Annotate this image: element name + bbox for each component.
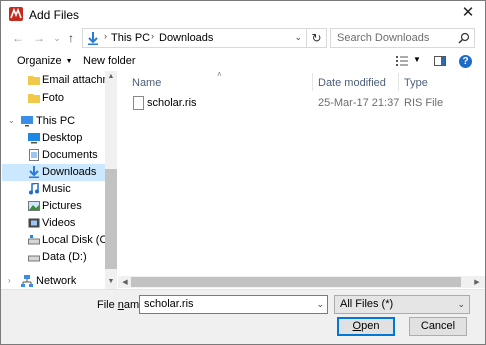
scroll-down-icon[interactable]: ▼ [105, 278, 117, 285]
column-divider[interactable] [312, 73, 313, 91]
preview-pane-icon[interactable] [434, 56, 446, 66]
sidebar-item-label: Network [36, 275, 77, 287]
scroll-right-icon[interactable]: ▶ [471, 278, 483, 286]
drive-icon [28, 255, 40, 262]
filename-value: scholar.ris [144, 298, 194, 310]
file-type-dropdown-icon: ⌄ [457, 299, 465, 309]
sidebar-item-label: Documents [42, 149, 98, 161]
sidebar-item-network[interactable]: › Network [2, 273, 106, 289]
address-history-dropdown-icon[interactable]: ⌄ [294, 32, 302, 43]
downloads-arrow-icon [88, 32, 98, 45]
cancel-button[interactable]: Cancel [409, 317, 467, 336]
folder-icon [28, 94, 40, 103]
sidebar-item-label: Desktop [42, 132, 83, 144]
app-logo-icon [9, 7, 23, 21]
sidebar-item-label: Downloads [42, 166, 97, 178]
sidebar-item-foto[interactable]: Foto [2, 90, 106, 107]
music-icon [29, 183, 39, 195]
breadcrumb-downloads[interactable]: Downloads [159, 32, 213, 44]
command-bar: Organize ▼ New folder ▼ ? [1, 51, 485, 71]
address-bar[interactable]: › This PC › Downloads ⌄ [82, 28, 307, 48]
file-icon [133, 96, 144, 110]
videos-icon [28, 218, 40, 228]
open-label-rest: pen [361, 320, 380, 332]
sidebar-item-label: Pictures [42, 200, 82, 212]
up-arrow-icon[interactable]: ↑ [63, 30, 79, 46]
file-row[interactable]: scholar.ris 25-Mar-17 21:37 RIS File [127, 95, 485, 112]
file-type-value: All Files (*) [340, 298, 394, 310]
file-name: scholar.ris [147, 97, 197, 109]
network-icon [21, 275, 33, 287]
new-folder-button[interactable]: New folder [83, 55, 136, 67]
file-type: RIS File [404, 97, 444, 109]
organize-label: Organize [17, 55, 62, 67]
column-header-date-modified[interactable]: Date modified [318, 77, 386, 89]
title-bar: Add Files ✕ [1, 1, 485, 27]
sidebar-item-email-attachments[interactable]: Email attachmen [2, 72, 106, 89]
search-placeholder: Search Downloads [337, 32, 430, 44]
sidebar-item-music[interactable]: Music [2, 181, 106, 198]
filename-history-dropdown-icon[interactable]: ⌄ [316, 299, 324, 310]
window-title: Add Files [29, 8, 80, 22]
open-button[interactable]: Open [337, 317, 395, 336]
navigation-pane-scroll-thumb[interactable] [105, 169, 117, 269]
sidebar-item-label: Email attachmen [42, 74, 106, 86]
column-header-type[interactable]: Type [404, 77, 428, 89]
file-list-scroll-thumb[interactable] [131, 277, 461, 287]
downloads-icon [29, 166, 39, 178]
sidebar-item-label: Videos [42, 217, 76, 229]
documents-icon [29, 149, 39, 161]
forward-arrow-icon[interactable]: → [31, 30, 47, 46]
sidebar-item-label: Foto [42, 92, 65, 104]
search-input[interactable]: Search Downloads [330, 28, 475, 48]
file-list: ˄ Name Date modified Type scholar.ris 25… [124, 70, 485, 289]
organize-caret-icon: ▼ [65, 58, 73, 65]
sidebar-item-downloads[interactable]: Downloads [2, 164, 106, 181]
column-header-row: ˄ Name Date modified Type [124, 70, 485, 93]
navigation-bar: ← → ⌄ ↑ › This PC › Downloads ⌄ ↻ Search… [1, 27, 485, 49]
navigation-pane: Email attachmen Foto ⌄ This PC Desktop D… [2, 71, 117, 289]
sidebar-item-documents[interactable]: Documents [2, 147, 106, 164]
folder-icon [28, 76, 40, 85]
breadcrumb-separator: › [151, 31, 154, 41]
expand-chevron-icon[interactable]: › [8, 276, 11, 285]
sidebar-item-label: Data (D:) [42, 251, 87, 263]
open-accesskey: O [352, 320, 362, 332]
back-arrow-icon[interactable]: ← [10, 30, 26, 46]
expand-chevron-icon[interactable]: ⌄ [8, 116, 15, 125]
sidebar-item-pictures[interactable]: Pictures [2, 198, 106, 215]
sidebar-item-data-d[interactable]: Data (D:) [2, 249, 106, 266]
pictures-icon [28, 201, 40, 211]
refresh-icon[interactable]: ↻ [307, 28, 327, 48]
breadcrumb-this-pc[interactable]: This PC [111, 32, 150, 44]
sidebar-item-videos[interactable]: Videos [2, 215, 106, 232]
sidebar-item-label: This PC [36, 115, 76, 127]
sidebar-item-label: Music [42, 183, 71, 195]
sidebar-item-this-pc[interactable]: ⌄ This PC [2, 113, 106, 130]
help-icon[interactable]: ? [459, 55, 472, 68]
view-dropdown-icon[interactable]: ▼ [413, 55, 421, 64]
desktop-icon [28, 133, 40, 144]
breadcrumb-separator: › [104, 31, 107, 41]
dialog-footer: File name: scholar.ris ⌄ All Files (*) ⌄… [1, 289, 485, 344]
computer-icon [21, 116, 33, 127]
sidebar-item-desktop[interactable]: Desktop [2, 130, 106, 147]
organize-button[interactable]: Organize ▼ [17, 55, 73, 67]
column-header-name[interactable]: Name [132, 77, 161, 89]
filename-label-prefix: File [97, 299, 118, 311]
file-type-select[interactable]: All Files (*) ⌄ [334, 295, 470, 314]
scroll-up-icon[interactable]: ▲ [105, 73, 117, 80]
sidebar-item-local-disk-c[interactable]: Local Disk (C:) [2, 232, 114, 249]
close-icon[interactable]: ✕ [457, 3, 479, 23]
view-options-icon[interactable] [396, 56, 408, 66]
sidebar-item-label: Local Disk (C:) [42, 234, 115, 246]
file-date-modified: 25-Mar-17 21:37 [318, 97, 400, 109]
column-divider[interactable] [398, 73, 399, 91]
sort-ascending-icon: ˄ [217, 70, 222, 79]
drive-icon [28, 235, 40, 245]
search-icon [458, 32, 470, 44]
scroll-left-icon[interactable]: ◀ [119, 278, 131, 286]
add-files-dialog: Add Files ✕ ← → ⌄ ↑ › This PC › Download… [0, 0, 486, 345]
filename-input[interactable]: scholar.ris ⌄ [139, 295, 328, 314]
